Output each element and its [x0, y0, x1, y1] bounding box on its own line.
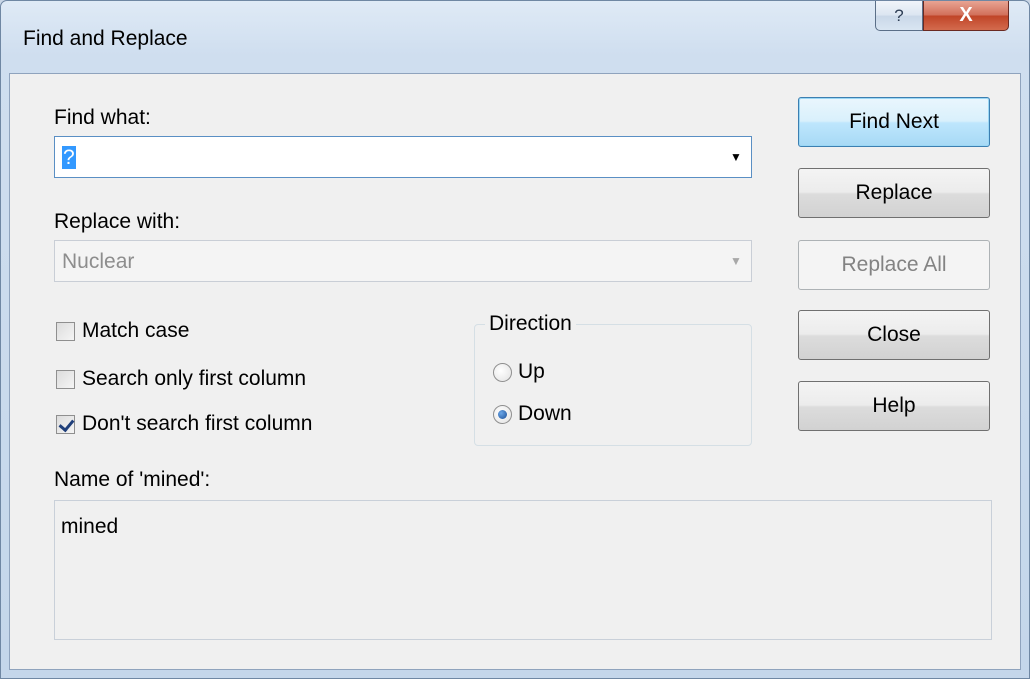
replace-with-combobox[interactable]: Nuclear ▼ — [54, 240, 752, 282]
search-first-column-checkbox[interactable]: Search only first column — [56, 367, 306, 391]
close-icon: X — [959, 4, 973, 26]
direction-up-label[interactable]: Up — [518, 360, 545, 384]
find-what-value[interactable]: ? — [62, 146, 76, 170]
replace-with-label: Replace with: — [54, 210, 181, 233]
close-button[interactable]: Close — [798, 310, 990, 360]
checkbox-box[interactable] — [56, 369, 75, 389]
window-title: Find and Replace — [23, 27, 188, 50]
replace-with-value[interactable]: Nuclear — [62, 250, 134, 274]
direction-down-radio[interactable]: Down — [493, 402, 572, 426]
chevron-down-icon[interactable]: ▼ — [721, 241, 751, 281]
chevron-down-icon[interactable]: ▼ — [721, 137, 751, 177]
direction-group: Direction Up Down — [474, 312, 752, 446]
dont-search-first-column-checkbox[interactable]: Don't search first column — [56, 412, 312, 436]
find-what-label: Find what: — [54, 106, 151, 129]
title-close-button[interactable]: X — [923, 1, 1009, 31]
check-icon[interactable] — [56, 414, 75, 434]
name-label: Name of 'mined': — [54, 468, 211, 491]
radio-circle[interactable] — [493, 362, 512, 382]
dont-search-first-column-label[interactable]: Don't search first column — [82, 412, 312, 436]
question-icon: ? — [894, 5, 904, 25]
replace-all-button[interactable]: Replace All — [798, 240, 990, 290]
name-value: mined — [61, 515, 119, 538]
replace-button[interactable]: Replace — [798, 168, 990, 218]
find-next-button[interactable]: Find Next — [798, 97, 990, 147]
radio-dot-icon[interactable] — [493, 404, 512, 424]
title-bar[interactable]: Find and Replace ? X — [1, 1, 1029, 73]
match-case-label[interactable]: Match case — [82, 319, 189, 343]
find-replace-dialog: Find and Replace ? X Find what: ? ▼ Repl… — [0, 0, 1030, 679]
search-first-column-label[interactable]: Search only first column — [82, 367, 306, 391]
find-what-combobox[interactable]: ? ▼ — [54, 136, 752, 178]
direction-title: Direction — [485, 312, 576, 336]
help-button[interactable]: Help — [798, 381, 990, 431]
title-help-button[interactable]: ? — [875, 1, 923, 31]
direction-up-radio[interactable]: Up — [493, 360, 545, 384]
checkbox-box[interactable] — [56, 321, 75, 341]
name-display-box: mined — [54, 500, 992, 640]
dialog-body: Find what: ? ▼ Replace with: Nuclear ▼ M… — [9, 73, 1021, 670]
match-case-checkbox[interactable]: Match case — [56, 319, 189, 343]
direction-down-label[interactable]: Down — [518, 402, 572, 426]
